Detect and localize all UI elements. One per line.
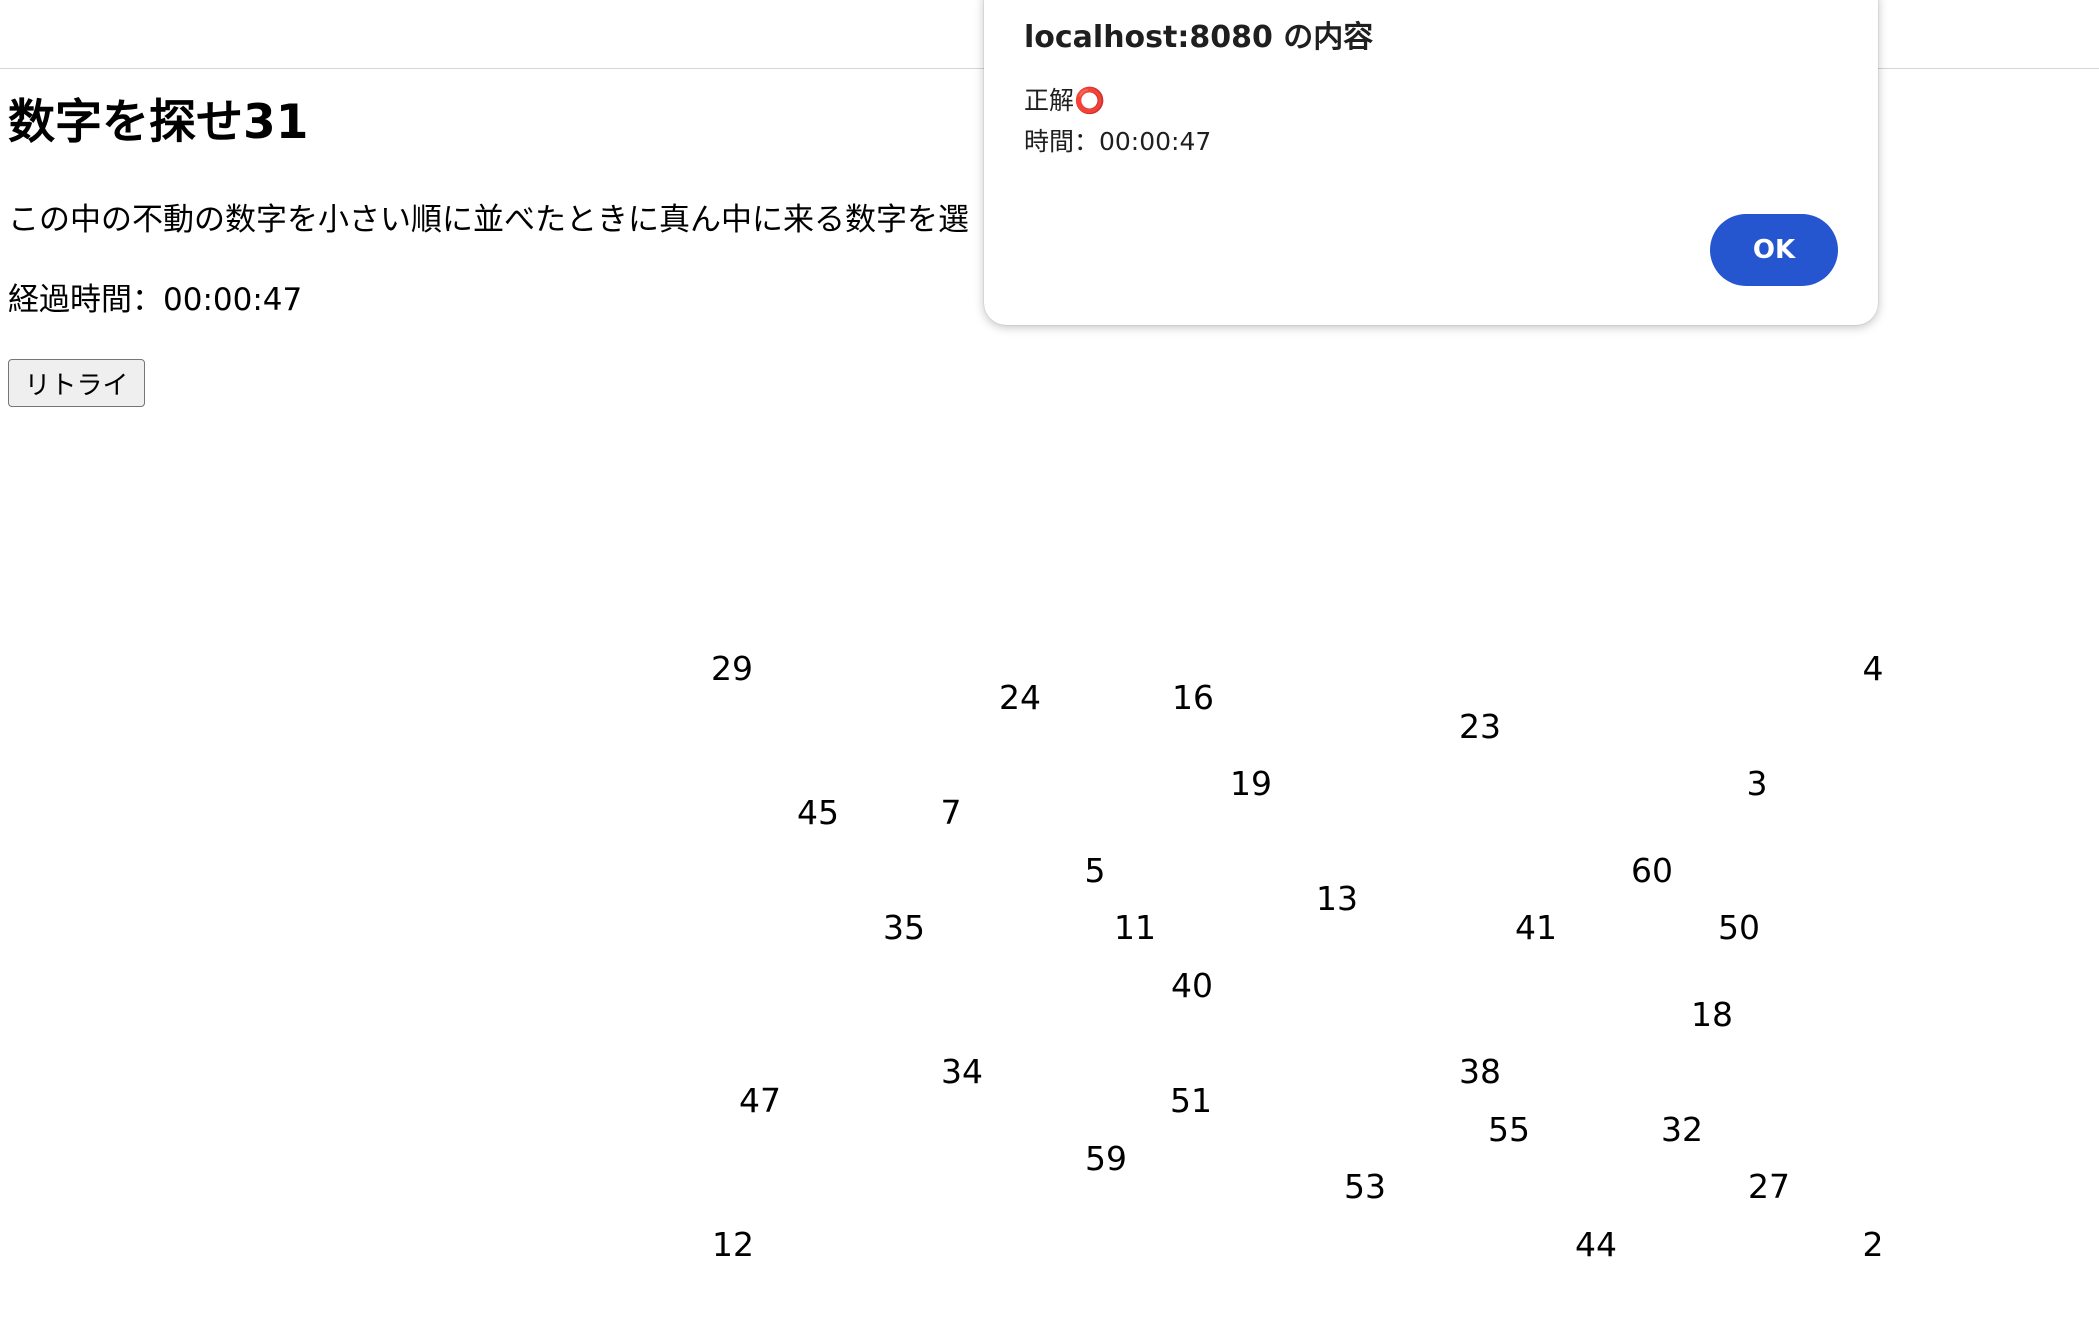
instruction-text: この中の不動の数字を小さい順に並べたときに真ん中に来る数字を選 — [8, 202, 969, 238]
number-item[interactable]: 51 — [1170, 1081, 1212, 1121]
page-title: 数字を探せ31 — [8, 95, 309, 150]
number-item[interactable]: 29 — [711, 649, 753, 689]
number-item[interactable]: 55 — [1488, 1110, 1530, 1150]
number-item[interactable]: 50 — [1718, 908, 1760, 948]
ok-button[interactable]: OK — [1710, 214, 1838, 286]
number-item[interactable]: 16 — [1172, 678, 1214, 718]
number-item[interactable]: 4 — [1863, 649, 1884, 689]
number-item[interactable]: 5 — [1085, 851, 1106, 891]
number-item[interactable]: 27 — [1748, 1167, 1790, 1207]
number-item[interactable]: 32 — [1661, 1110, 1703, 1150]
dialog-message-time: 時間：00:00:47 — [1024, 127, 1212, 156]
elapsed-time: 経過時間：00:00:47 — [8, 282, 303, 318]
number-item[interactable]: 18 — [1691, 995, 1733, 1035]
number-item[interactable]: 60 — [1631, 851, 1673, 891]
dialog-message-result: 正解⭕ — [1024, 86, 1106, 115]
number-item[interactable]: 2 — [1863, 1225, 1884, 1265]
number-item[interactable]: 44 — [1575, 1225, 1617, 1265]
number-item[interactable]: 35 — [883, 908, 925, 948]
number-item[interactable]: 40 — [1171, 966, 1213, 1006]
number-item[interactable]: 38 — [1459, 1052, 1501, 1092]
number-item[interactable]: 3 — [1747, 764, 1768, 804]
dialog-title: localhost:8080 の内容 — [1024, 20, 1374, 55]
alert-dialog: localhost:8080 の内容 正解⭕ 時間：00:00:47 OK — [984, 0, 1878, 325]
number-item[interactable]: 45 — [797, 793, 839, 833]
number-item[interactable]: 53 — [1344, 1167, 1386, 1207]
number-item[interactable]: 19 — [1230, 764, 1272, 804]
number-item[interactable]: 13 — [1316, 879, 1358, 919]
number-item[interactable]: 41 — [1515, 908, 1557, 948]
retry-button[interactable]: リトライ — [8, 359, 145, 407]
number-item[interactable]: 34 — [941, 1052, 983, 1092]
number-item[interactable]: 11 — [1114, 908, 1156, 948]
number-item[interactable]: 24 — [999, 678, 1041, 718]
number-item[interactable]: 47 — [739, 1081, 781, 1121]
number-item[interactable]: 23 — [1459, 707, 1501, 747]
number-item[interactable]: 59 — [1085, 1139, 1127, 1179]
number-item[interactable]: 12 — [712, 1225, 754, 1265]
number-item[interactable]: 7 — [941, 793, 962, 833]
